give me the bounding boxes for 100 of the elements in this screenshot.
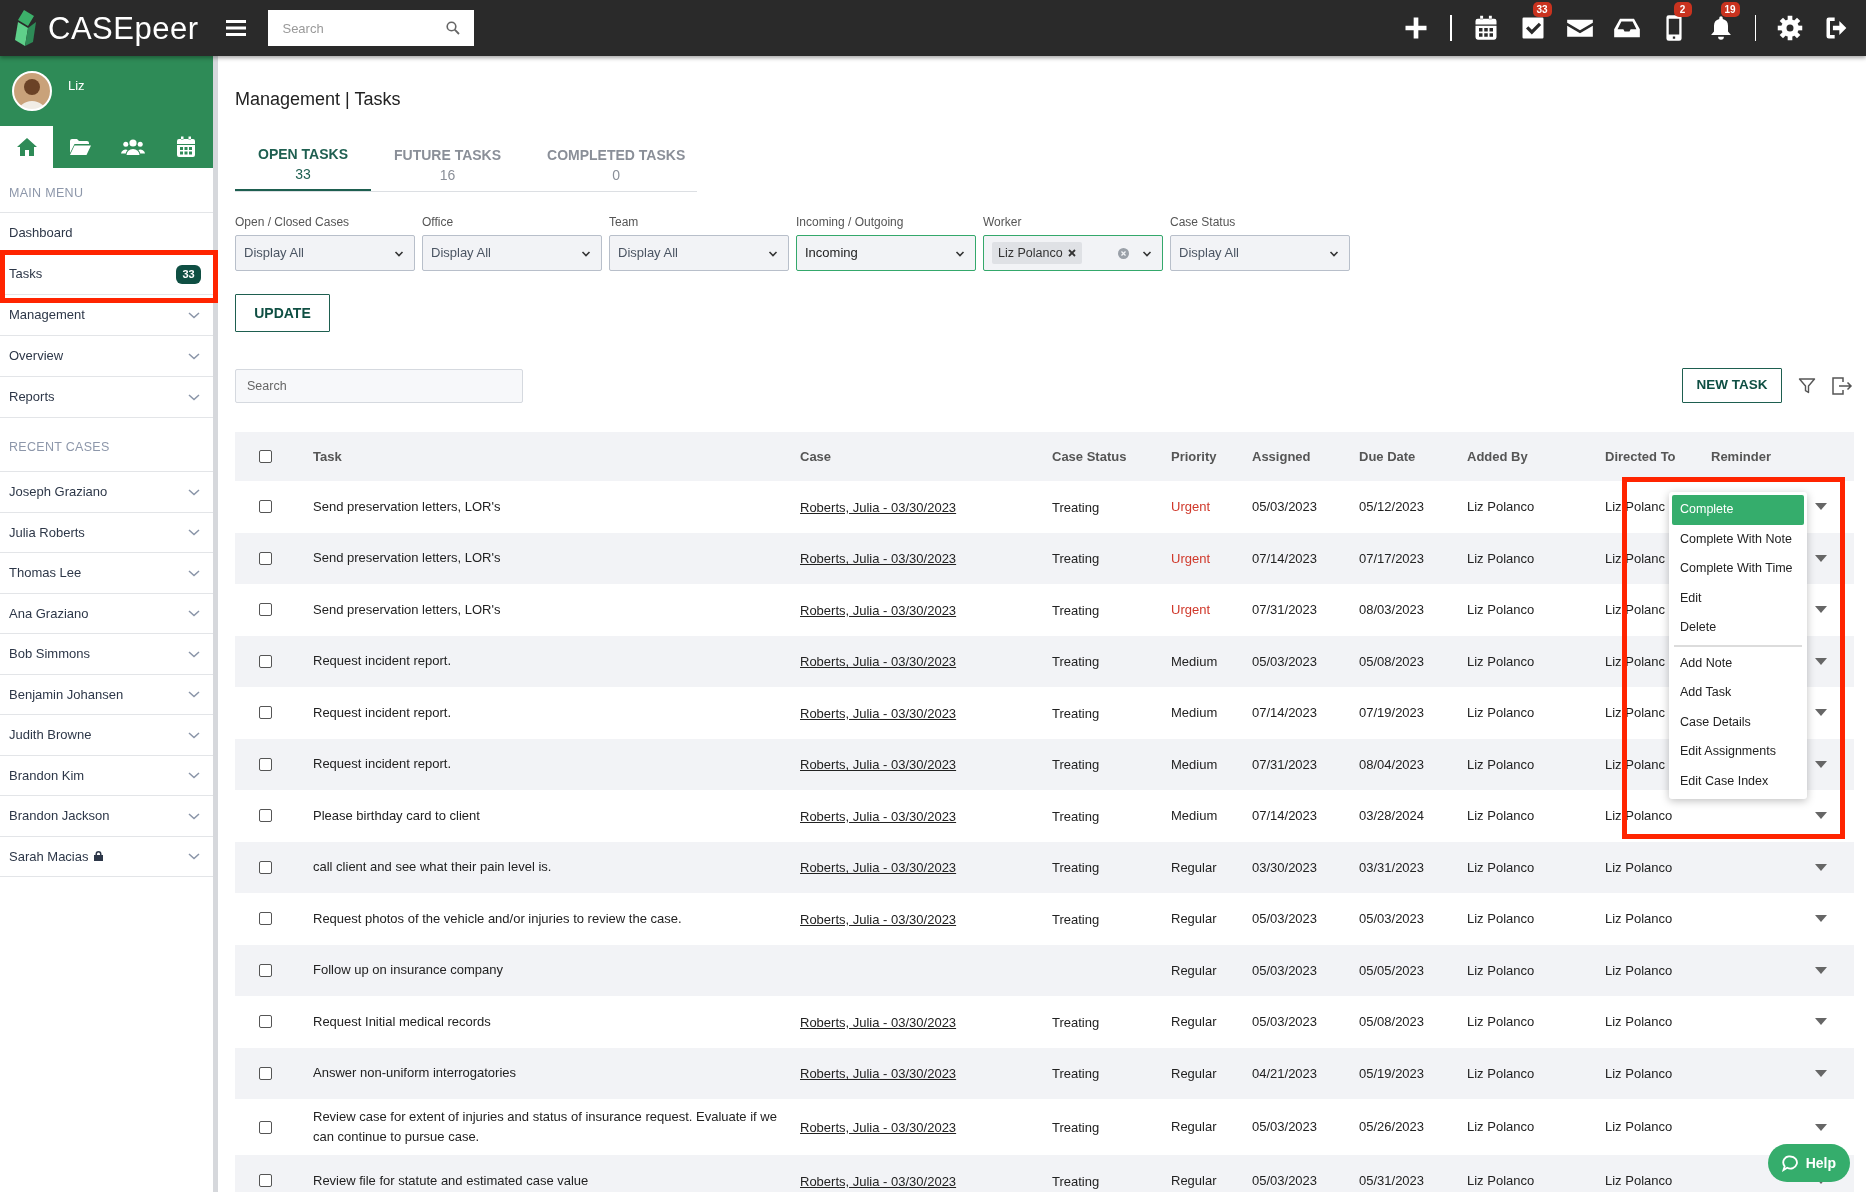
recent-case-item[interactable]: Bob Simmons <box>0 634 213 675</box>
recent-case-item[interactable]: Ana Graziano <box>0 593 213 634</box>
row-menu-button[interactable] <box>1814 1122 1828 1132</box>
table-cell-text: Medium <box>1171 652 1219 671</box>
table-cell-text: Liz Polanco <box>1467 910 1536 928</box>
menu-item[interactable]: Management <box>0 295 213 336</box>
case-link[interactable]: Roberts, Julia - 03/30/2023 <box>800 1066 957 1082</box>
checkbox[interactable] <box>258 603 272 617</box>
checkbox[interactable] <box>258 1120 272 1134</box>
row-menu-button[interactable] <box>1814 656 1828 667</box>
case-link[interactable]: Roberts, Julia - 03/30/2023 <box>800 499 957 515</box>
checkbox[interactable] <box>258 706 272 720</box>
table-cell-text: Request incident report. <box>313 755 453 774</box>
column-header: Due Date <box>1359 447 1417 466</box>
select-field[interactable]: Display All <box>1170 235 1350 271</box>
table-cell-text: Liz Polanco <box>1605 1172 1673 1190</box>
case-link[interactable]: Roberts, Julia - 03/30/2023 <box>800 757 957 773</box>
column-header: Priority <box>1171 447 1218 466</box>
recent-case-item[interactable]: Benjamin Johansen <box>0 674 213 715</box>
section-heading: MAIN MENU <box>0 168 213 213</box>
row-menu-button[interactable] <box>1814 913 1828 924</box>
table-cell-text: 03/31/2023 <box>1359 858 1426 877</box>
menu-item[interactable]: Overview <box>0 336 213 377</box>
table-cell-text: Liz Polanco <box>1467 961 1536 980</box>
checkbox[interactable] <box>258 450 272 463</box>
tab[interactable]: OPEN TASKS 33 <box>235 138 371 191</box>
avatar <box>12 71 52 111</box>
recent-case-item[interactable]: Judith Browne <box>0 715 213 756</box>
search-field[interactable]: Search <box>268 10 475 46</box>
case-link[interactable]: Roberts, Julia - 03/30/2023 <box>800 654 957 670</box>
new-task-button[interactable]: NEW TASK <box>1682 368 1782 403</box>
caret-icon <box>1815 1069 1827 1077</box>
update-button[interactable]: UPDATE <box>235 294 330 332</box>
recent-case-item[interactable]: Julia Roberts <box>0 512 213 553</box>
recent-case-item[interactable]: Brandon Kim <box>0 755 213 796</box>
search-field[interactable]: Search <box>235 368 523 403</box>
table-cell-text: Liz Polanco <box>1605 910 1673 928</box>
recent-case-item[interactable]: Thomas Lee <box>0 553 213 594</box>
filter-icon <box>1798 376 1816 395</box>
row-menu-button[interactable] <box>1814 604 1828 615</box>
recent-case-item[interactable]: Joseph Graziano <box>0 472 213 513</box>
table-cell: Treating <box>1052 1066 1100 1082</box>
table-cell-text: Urgent <box>1171 498 1212 516</box>
table-cell-text: 07/14/2023 <box>1252 807 1319 825</box>
table-cell-text: 05/05/2023 <box>1359 961 1426 980</box>
table-cell-text: Review file for statute and estimated case value <box>313 1171 590 1190</box>
case-link[interactable]: Roberts, Julia - 03/30/2023 <box>800 860 957 876</box>
nav-tab[interactable] <box>0 126 54 168</box>
case-link[interactable]: Roberts, Julia - 03/30/2023 <box>800 551 957 567</box>
case-link[interactable]: Roberts, Julia - 03/30/2023 <box>800 705 957 721</box>
menu-item[interactable]: Reports <box>0 377 213 418</box>
checkbox[interactable] <box>258 500 272 514</box>
row-menu-button[interactable] <box>1814 810 1828 821</box>
row-menu-button[interactable] <box>1814 553 1828 564</box>
case-link[interactable]: Roberts, Julia - 03/30/2023 <box>800 1120 957 1135</box>
menu-item[interactable]: Tasks 33 <box>0 254 213 295</box>
row-menu-button[interactable] <box>1814 862 1828 873</box>
checkbox[interactable] <box>258 1066 272 1080</box>
checkbox[interactable] <box>258 912 272 926</box>
select-value: Display All <box>1179 244 1240 263</box>
checkbox[interactable] <box>258 860 272 874</box>
checkbox[interactable] <box>258 654 272 668</box>
recent-case-item[interactable]: Sarah Macias <box>0 836 213 877</box>
table-cell-text: 05/03/2023 <box>1252 652 1319 671</box>
case-link[interactable]: Roberts, Julia - 03/30/2023 <box>800 808 957 824</box>
table-cell-text: Regular <box>1171 858 1218 877</box>
checkbox[interactable] <box>258 551 272 565</box>
checkbox[interactable] <box>258 757 272 771</box>
table-cell-text: Follow up on insurance company <box>313 961 505 980</box>
filter-label: Open / Closed Cases <box>235 215 351 229</box>
row-menu-button[interactable] <box>1814 1016 1828 1027</box>
select-field[interactable]: Display All <box>609 235 789 271</box>
row-menu-button[interactable] <box>1814 501 1828 512</box>
recent-case-item[interactable]: Brandon Jackson <box>0 796 213 837</box>
export-icon <box>1831 375 1853 396</box>
select-field[interactable]: Liz Polanco <box>983 235 1163 271</box>
select-field[interactable]: Incoming <box>796 235 976 271</box>
row-menu-button[interactable] <box>1814 707 1828 718</box>
case-link[interactable]: Roberts, Julia - 03/30/2023 <box>800 1173 957 1189</box>
gear-button[interactable] <box>1775 13 1805 43</box>
select-field[interactable]: Display All <box>235 235 415 271</box>
table-cell: Treating <box>1052 551 1100 567</box>
checkbox[interactable] <box>258 963 272 977</box>
checkbox[interactable] <box>258 1015 272 1029</box>
row-menu-button[interactable] <box>1814 965 1828 976</box>
case-link[interactable]: Roberts, Julia - 03/30/2023 <box>800 602 957 618</box>
filter-label: Office <box>422 215 455 229</box>
row-menu-button[interactable] <box>1814 759 1828 770</box>
case-link[interactable]: Roberts, Julia - 03/30/2023 <box>800 911 957 927</box>
checkbox[interactable] <box>258 809 272 823</box>
table-cell: Treating <box>1052 499 1100 515</box>
checkbox[interactable] <box>258 1174 272 1188</box>
caret-icon <box>1815 606 1827 614</box>
case-link[interactable]: Roberts, Julia - 03/30/2023 <box>800 1014 957 1030</box>
table-cell-text: Regular <box>1171 1013 1218 1031</box>
table-cell-text: Please birthday card to client <box>313 806 481 825</box>
menu-item[interactable]: Dashboard <box>0 213 213 254</box>
row-menu-button[interactable] <box>1814 1068 1828 1079</box>
table-cell-text: Liz Polanco <box>1605 1013 1673 1031</box>
select-field[interactable]: Display All <box>422 235 602 271</box>
